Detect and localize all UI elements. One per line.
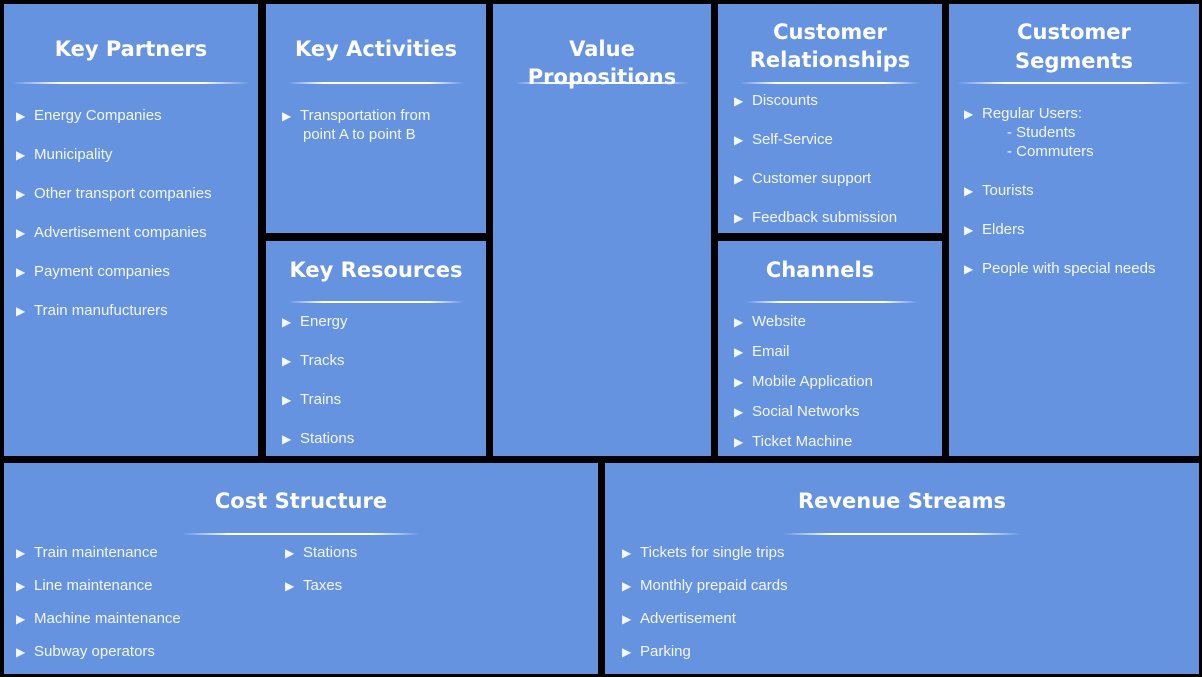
- list-item: ▶ Machine maintenance: [16, 610, 181, 627]
- list-item: ▶ Feedback submission: [734, 209, 898, 226]
- bullet-arrow-icon: ▶: [16, 226, 26, 240]
- bullet-arrow-icon: ▶: [964, 107, 974, 121]
- list-item: ▶ Train maintenance: [16, 544, 158, 561]
- cost-structure-divider: [182, 533, 420, 535]
- bullet-arrow-icon: ▶: [734, 345, 744, 359]
- bullet-arrow-icon: ▶: [622, 612, 632, 626]
- list-item: ▶ Advertisement companies: [16, 224, 207, 241]
- list-item: ▶ Elders: [964, 221, 1025, 238]
- bullet-arrow-icon: ▶: [622, 579, 632, 593]
- list-item: ▶ Tourists: [964, 182, 1034, 199]
- key-partners-title: Key Partners: [54, 37, 208, 61]
- list-item: ▶ Customer support: [734, 170, 872, 187]
- value-propositions-panel: Value Propositions: [493, 4, 711, 456]
- key-resources-panel: Key Resources ▶ Energy ▶ Tracks ▶ Trains ▶ S…: [266, 241, 486, 456]
- customer-segments-title-line2: Segments: [1014, 49, 1133, 73]
- list-item: ▶ Train manufucturers: [16, 302, 168, 319]
- list-item: ▶ Municipality: [16, 146, 113, 163]
- bullet-arrow-icon: ▶: [16, 546, 26, 560]
- customer-segments-panel: Customer Segments ▶ Regular Users: - Stud…: [949, 4, 1199, 456]
- list-item: ▶ Stations: [282, 430, 355, 447]
- list-item: ▶ Taxes: [285, 577, 343, 594]
- list-item: ▶ Monthly prepaid cards: [622, 577, 788, 594]
- bullet-arrow-icon: ▶: [16, 304, 26, 318]
- list-item: ▶ Self-Service: [734, 131, 833, 148]
- bullet-arrow-icon: ▶: [964, 223, 974, 237]
- bullet-arrow-icon: ▶: [16, 148, 26, 162]
- customer-relationships-title-line1: Customer: [773, 20, 887, 44]
- customer-relationships-divider: [740, 82, 920, 84]
- list-item: ▶ Mobile Application: [734, 373, 873, 390]
- list-item: ▶ Ticket Machine: [734, 433, 853, 450]
- list-item: ▶ People with special needs: [964, 260, 1156, 277]
- bullet-arrow-icon: ▶: [16, 645, 26, 659]
- list-item: ▶ Tracks: [282, 352, 345, 369]
- list-item: ▶ Email: [734, 343, 790, 360]
- customer-relationships-panel: Customer Relationships ▶ Discounts ▶ Self-…: [718, 4, 942, 233]
- list-item: ▶ Tickets for single trips: [622, 544, 785, 561]
- customer-segments-title-line1: Customer: [1017, 20, 1131, 44]
- bullet-arrow-icon: ▶: [282, 393, 292, 407]
- bullet-arrow-icon: ▶: [734, 172, 744, 186]
- list-item: ▶ Other transport companies: [16, 185, 212, 202]
- list-item: ▶ Website: [734, 313, 806, 330]
- bullet-arrow-icon: ▶: [282, 432, 292, 446]
- bullet-arrow-icon: ▶: [16, 579, 26, 593]
- list-item: ▶ Discounts: [734, 92, 818, 109]
- list-item: ▶ Social Networks: [734, 403, 860, 420]
- bullet-arrow-icon: ▶: [734, 315, 744, 329]
- list-item: ▶ Parking: [622, 643, 691, 660]
- list-item: ▶ Subway operators: [16, 643, 155, 660]
- bullet-arrow-icon: ▶: [16, 612, 26, 626]
- key-partners-panel: Key Partners ▶ Energy Companies ▶ Municipa…: [4, 4, 258, 456]
- bullet-arrow-icon: ▶: [282, 109, 292, 123]
- bullet-arrow-icon: ▶: [285, 579, 295, 593]
- bullet-arrow-icon: ▶: [16, 265, 26, 279]
- list-item: ▶ Energy: [282, 313, 348, 330]
- revenue-streams-panel: Revenue Streams ▶ Tickets for single trip…: [605, 463, 1199, 674]
- channels-title: Channels: [765, 258, 875, 282]
- key-activities-title: Key Activities: [295, 37, 457, 61]
- bullet-arrow-icon: ▶: [734, 94, 744, 108]
- bullet-arrow-icon: ▶: [734, 211, 744, 225]
- key-activities-divider: [288, 82, 464, 84]
- bullet-arrow-icon: ▶: [964, 262, 974, 276]
- cost-structure-title: Cost Structure: [214, 489, 388, 513]
- list-item: ▶ Payment companies: [16, 263, 170, 280]
- bullet-arrow-icon: ▶: [622, 546, 632, 560]
- list-item: ▶ Trains: [282, 391, 342, 408]
- bullet-arrow-icon: ▶: [282, 354, 292, 368]
- customer-relationships-title-line2: Relationships: [749, 48, 911, 72]
- bullet-arrow-icon: ▶: [16, 109, 26, 123]
- list-item: ▶ Regular Users:: [964, 105, 1083, 122]
- list-item: ▶ Stations: [285, 544, 358, 561]
- bullet-arrow-icon: ▶: [16, 187, 26, 201]
- key-partners-divider: [12, 82, 250, 84]
- cost-structure-panel: Cost Structure ▶ Train maintenance ▶ Line …: [4, 463, 598, 674]
- sub-list-item: - Students: [1007, 124, 1076, 141]
- revenue-streams-divider: [783, 533, 1021, 535]
- list-item: ▶ Advertisement: [622, 610, 736, 627]
- bullet-arrow-icon: ▶: [734, 375, 744, 389]
- channels-divider: [746, 301, 918, 303]
- list-item: ▶ Line maintenance: [16, 577, 153, 594]
- key-resources-title: Key Resources: [289, 258, 463, 282]
- channels-panel: Channels ▶ Website ▶ Email ▶ Mobile Applica…: [718, 241, 942, 456]
- list-item-continuation: point A to point B: [303, 126, 416, 143]
- value-propositions-divider: [515, 82, 689, 84]
- bullet-arrow-icon: ▶: [734, 435, 744, 449]
- bullet-arrow-icon: ▶: [622, 645, 632, 659]
- bullet-arrow-icon: ▶: [285, 546, 295, 560]
- customer-segments-divider: [957, 82, 1191, 84]
- bullet-arrow-icon: ▶: [282, 315, 292, 329]
- bullet-arrow-icon: ▶: [964, 184, 974, 198]
- sub-list-item: - Commuters: [1007, 143, 1094, 160]
- bullet-arrow-icon: ▶: [734, 133, 744, 147]
- revenue-streams-title: Revenue Streams: [797, 489, 1007, 513]
- list-item: ▶ Transportation from: [282, 107, 431, 124]
- bullet-arrow-icon: ▶: [734, 405, 744, 419]
- key-resources-divider: [288, 301, 464, 303]
- list-item: ▶ Energy Companies: [16, 107, 162, 124]
- key-activities-panel: Key Activities ▶ Transportation from poin…: [266, 4, 486, 233]
